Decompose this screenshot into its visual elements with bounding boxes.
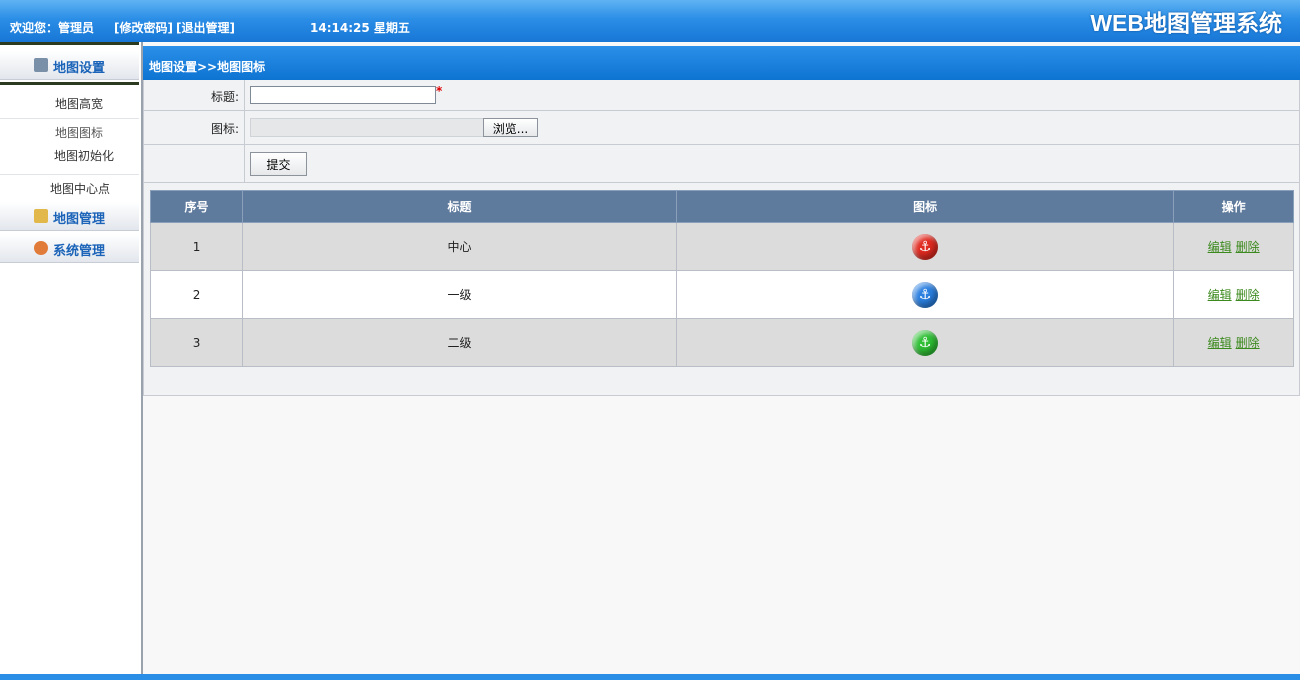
- system-title: WEB地图管理系统: [1090, 10, 1282, 36]
- form-separator: [244, 145, 245, 182]
- submit-button[interactable]: 提交: [250, 152, 307, 176]
- sidebar-item-label: 地图初始化: [54, 149, 115, 163]
- form-separator: [244, 111, 245, 144]
- map-manage-icon: [34, 209, 48, 223]
- table-row: 1 中心 ⚓ 编辑 删除: [149, 222, 1294, 271]
- form-row-title: 标题: *: [144, 80, 1299, 111]
- map-settings-icon: [34, 58, 48, 72]
- column-header-index: 序号: [149, 190, 244, 223]
- table-row: 3 二级 ⚓ 编辑 删除: [149, 318, 1294, 367]
- anchor-icon: ⚓: [912, 329, 939, 356]
- sidebar-item-map-icon[interactable]: 地图图标: [0, 118, 139, 143]
- delete-link[interactable]: 删除: [1236, 288, 1260, 302]
- title-input[interactable]: [250, 86, 436, 104]
- table-header-row: 序号 标题 图标 操作: [149, 190, 1294, 223]
- cell-index: 2: [149, 270, 244, 319]
- logout-link[interactable]: [退出管理]: [176, 19, 235, 36]
- cell-icon: ⚓: [675, 318, 1175, 367]
- cell-action: 编辑 删除: [1173, 222, 1294, 271]
- delete-link[interactable]: 删除: [1236, 240, 1260, 254]
- cell-title: 二级: [242, 318, 677, 367]
- sidebar-item-map-size[interactable]: 地图高宽: [0, 90, 139, 114]
- icon-table: 序号 标题 图标 操作 1 中心 ⚓ 编辑 删除 2 一级 ⚓ 编辑 删除 3 …: [149, 190, 1294, 367]
- edit-link[interactable]: 编辑: [1208, 336, 1232, 350]
- clock-text: 14:14:25 星期五: [310, 21, 410, 35]
- file-path-field[interactable]: [250, 118, 484, 137]
- cell-index: 3: [149, 318, 244, 367]
- cell-title: 一级: [242, 270, 677, 319]
- cell-icon: ⚓: [675, 270, 1175, 319]
- cell-action: 编辑 删除: [1173, 270, 1294, 319]
- cell-index: 1: [149, 222, 244, 271]
- column-header-action: 操作: [1173, 190, 1294, 223]
- sidebar-divider: [0, 82, 139, 85]
- cell-icon: ⚓: [675, 222, 1175, 271]
- browse-button[interactable]: 浏览...: [483, 118, 538, 137]
- sidebar-divider: [0, 42, 139, 45]
- breadcrumb-text: 地图设置>>地图图标: [149, 60, 266, 74]
- table-row: 2 一级 ⚓ 编辑 删除: [149, 270, 1294, 319]
- icon-table-panel: 序号 标题 图标 操作 1 中心 ⚓ 编辑 删除 2 一级 ⚓ 编辑 删除 3 …: [143, 183, 1300, 396]
- title-label: 标题:: [210, 90, 239, 104]
- edit-link[interactable]: 编辑: [1208, 288, 1232, 302]
- anchor-icon: ⚓: [912, 281, 939, 308]
- delete-link[interactable]: 删除: [1236, 336, 1260, 350]
- anchor-icon: ⚓: [912, 233, 939, 260]
- icon-label: 图标:: [210, 122, 239, 136]
- sidebar-section-system-manage[interactable]: 系统管理: [0, 234, 139, 263]
- bottom-bar: [0, 674, 1300, 680]
- breadcrumb: 地图设置>>地图图标: [143, 46, 1300, 80]
- top-header: 欢迎您：管理员 [修改密码] [退出管理] 14:14:25 星期五 WEB地图…: [0, 0, 1300, 42]
- sidebar: 地图设置 地图高宽 地图图标 地图初始化 地图中心点 地图管理 系统管理: [0, 42, 143, 674]
- change-password-link[interactable]: [修改密码]: [114, 19, 173, 36]
- sidebar-item-label: 地图中心点: [50, 182, 111, 196]
- form-row-icon: 图标: 浏览...: [144, 111, 1299, 145]
- user-admin-icon: [34, 241, 48, 255]
- cell-title: 中心: [242, 222, 677, 271]
- edit-link[interactable]: 编辑: [1208, 240, 1232, 254]
- sidebar-item-label: 地图图标: [55, 126, 104, 140]
- icon-form: 标题: * 图标: 浏览... 提交: [143, 80, 1300, 183]
- required-mark: *: [436, 84, 443, 98]
- sidebar-section-label: 地图管理: [53, 212, 106, 227]
- sidebar-section-map-settings[interactable]: 地图设置: [0, 51, 139, 80]
- main-content: 地图设置>>地图图标 标题: * 图标: 浏览... 提交 序号 标题 图标 操…: [143, 42, 1300, 674]
- cell-action: 编辑 删除: [1173, 318, 1294, 367]
- column-header-title: 标题: [242, 190, 677, 223]
- welcome-text: 欢迎您：管理员: [10, 21, 95, 35]
- form-separator: [244, 80, 245, 110]
- sidebar-item-label: 地图高宽: [55, 97, 104, 111]
- column-header-icon: 图标: [675, 190, 1175, 223]
- sidebar-item-map-center[interactable]: 地图中心点: [0, 174, 139, 199]
- sidebar-item-map-init[interactable]: 地图初始化: [0, 142, 139, 166]
- form-row-submit: 提交: [144, 145, 1299, 182]
- sidebar-section-label: 地图设置: [53, 61, 106, 76]
- sidebar-section-label: 系统管理: [53, 244, 106, 259]
- sidebar-section-map-manage[interactable]: 地图管理: [0, 202, 139, 231]
